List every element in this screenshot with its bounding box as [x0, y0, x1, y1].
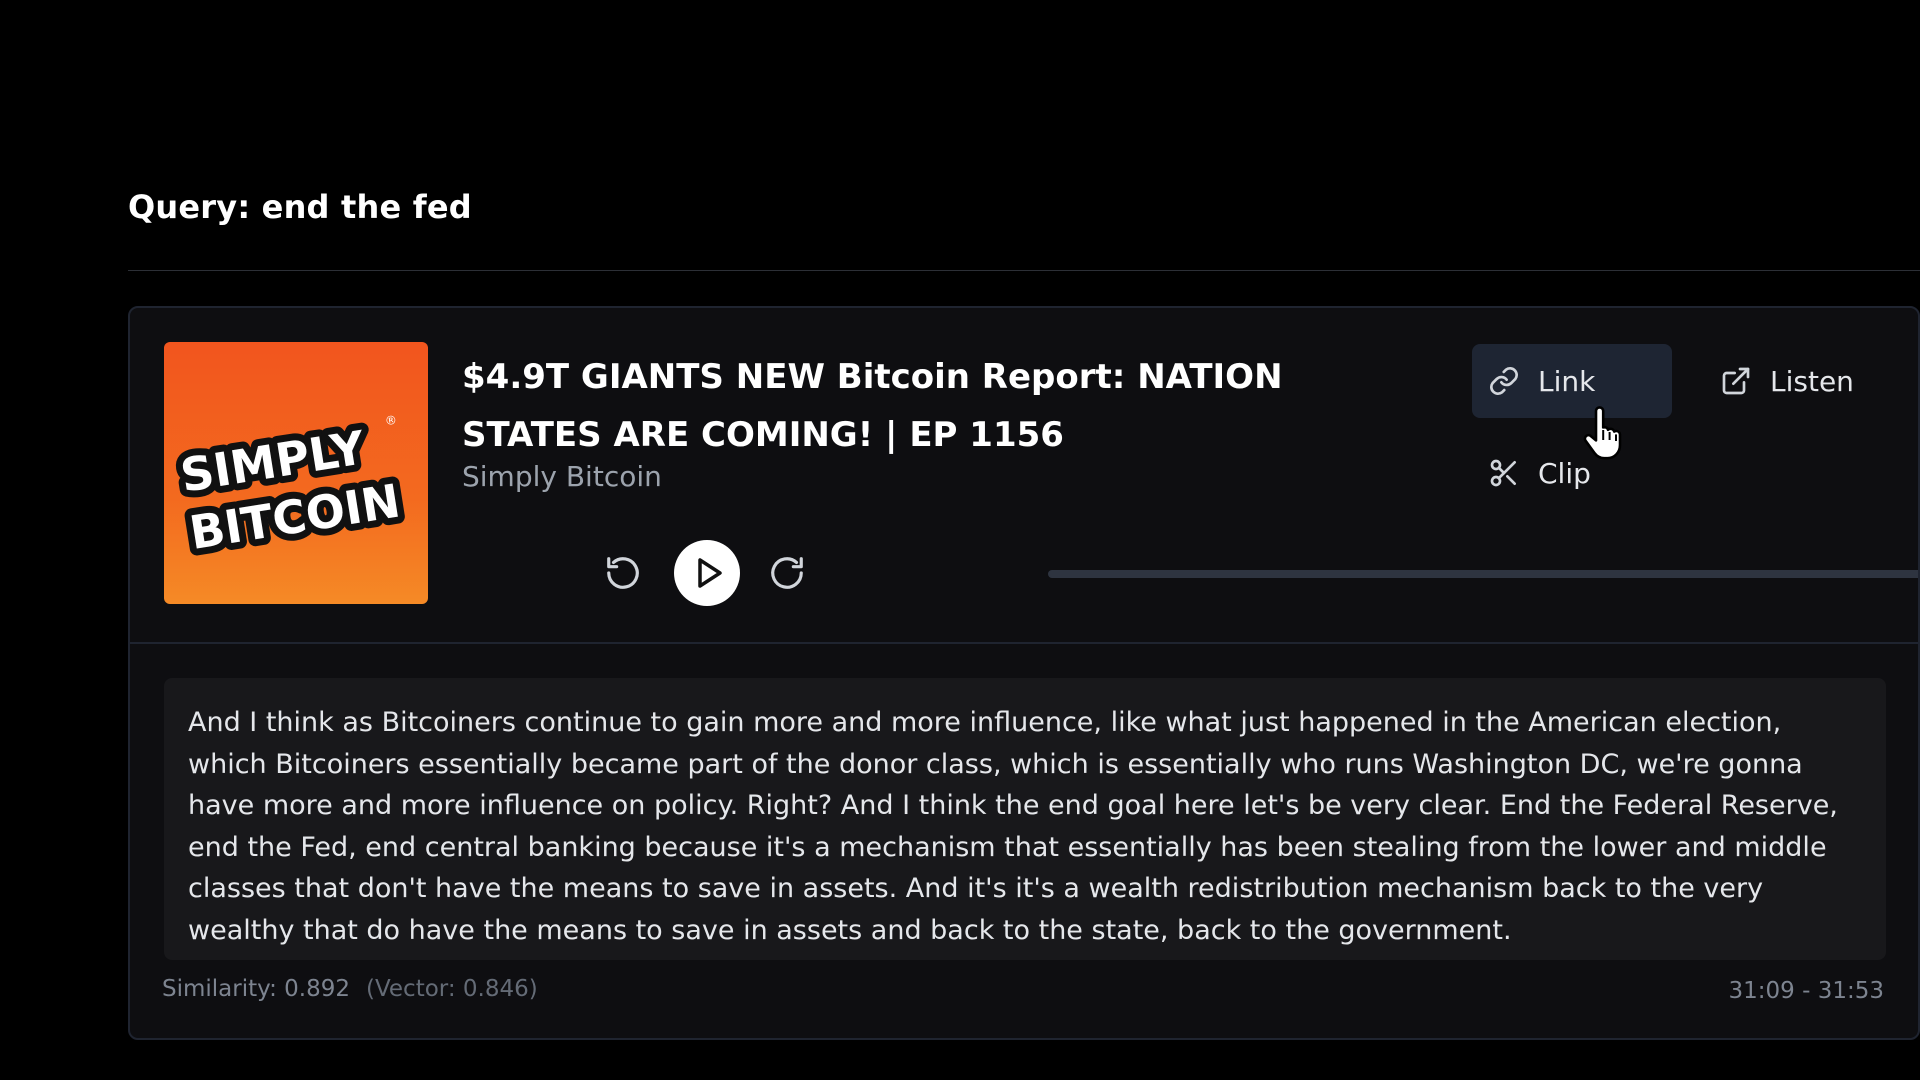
transcript-text: And I think as Bitcoiners continue to ga…: [188, 707, 1838, 946]
link-button[interactable]: Link: [1472, 344, 1672, 418]
listen-button-label: Listen: [1770, 364, 1854, 398]
result-card-header: SIMPLY BITCOIN SIMPLY BITCOIN ® $4.9T GI…: [130, 308, 1918, 644]
external-link-icon: [1722, 367, 1750, 395]
simply-bitcoin-logo: SIMPLY BITCOIN SIMPLY BITCOIN ®: [170, 413, 411, 567]
link-button-label: Link: [1538, 364, 1596, 398]
similarity-score: Similarity: 0.892: [162, 976, 350, 1002]
divider: [128, 270, 1920, 271]
audio-player: [462, 540, 1918, 608]
podcast-cover-art: SIMPLY BITCOIN SIMPLY BITCOIN ®: [164, 342, 428, 604]
play-icon: [698, 558, 722, 588]
clip-timestamp: 31:09 - 31:53: [1728, 978, 1885, 1004]
episode-title[interactable]: $4.9T GIANTS NEW Bitcoin Report: NATION …: [462, 348, 1402, 464]
hand-cursor-icon: [1583, 406, 1622, 460]
registered-mark: ®: [384, 413, 398, 429]
rewind-icon[interactable]: [604, 554, 642, 592]
link-icon: [1490, 367, 1518, 395]
scissors-icon: [1490, 459, 1516, 487]
progress-bar[interactable]: [1048, 570, 1918, 578]
search-results-page: Query: end the fed SIMPLY BITCOIN SIMPLY…: [0, 0, 1920, 1080]
podcast-name[interactable]: Simply Bitcoin: [462, 460, 662, 493]
query-heading: Query: end the fed: [128, 188, 472, 226]
result-card: SIMPLY BITCOIN SIMPLY BITCOIN ® $4.9T GI…: [128, 306, 1920, 1040]
vector-score: (Vector: 0.846): [365, 976, 538, 1002]
similarity-info: Similarity: 0.892 (Vector: 0.846): [162, 976, 538, 1002]
transcript-box: And I think as Bitcoiners continue to ga…: [164, 678, 1886, 960]
play-button[interactable]: [674, 540, 740, 606]
forward-icon[interactable]: [768, 554, 806, 592]
listen-button[interactable]: Listen: [1704, 344, 1884, 418]
